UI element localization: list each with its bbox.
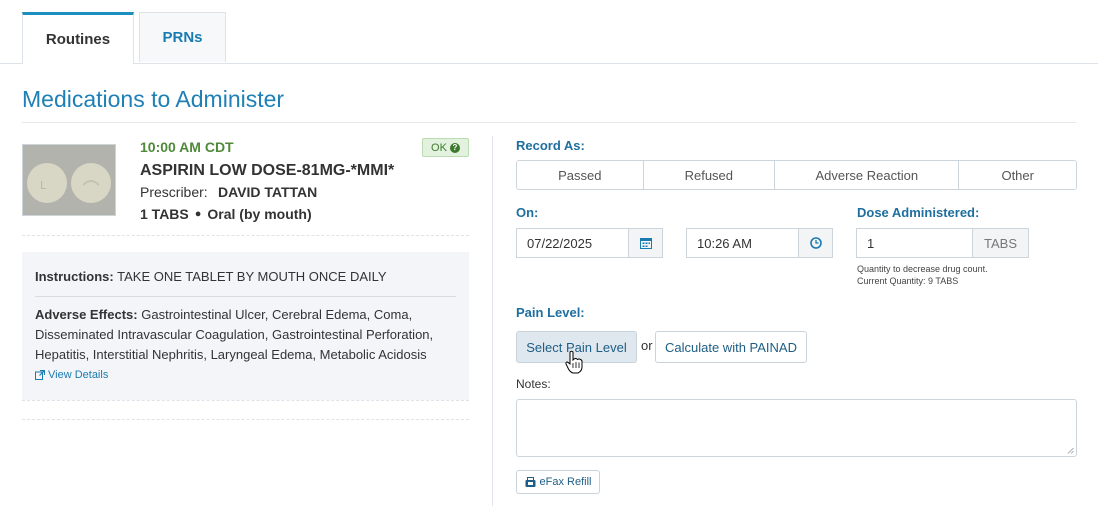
notes-textarea[interactable] xyxy=(516,399,1077,457)
view-details-link[interactable]: View Details xyxy=(35,369,108,381)
date-input[interactable]: 07/22/2025 xyxy=(516,228,629,258)
dose-amount: 1 TABS xyxy=(140,206,189,222)
efax-refill-button[interactable]: eFax Refill xyxy=(516,470,600,494)
svg-text:L: L xyxy=(40,179,47,192)
divider xyxy=(22,419,469,420)
fax-icon xyxy=(525,476,536,487)
adverse-effects: Adverse Effects: Gastrointestinal Ulcer,… xyxy=(35,305,460,365)
calculate-painad-button[interactable]: Calculate with PAINAD xyxy=(655,331,807,363)
dose-route-line: 1 TABS ● Oral (by mouth) xyxy=(140,206,312,222)
status-badge: OK ? xyxy=(422,138,469,157)
current-quantity: Current Quantity: 9 TABS xyxy=(857,276,959,286)
tab-prns-label: PRNs xyxy=(162,29,203,46)
record-as-label: Record As: xyxy=(516,138,585,153)
dose-input[interactable]: 1 xyxy=(856,228,973,258)
tab-prns[interactable]: PRNs xyxy=(139,12,226,62)
status-badge-label: OK xyxy=(431,141,447,154)
adverse-effects-label: Adverse Effects: xyxy=(35,307,138,322)
on-label: On: xyxy=(516,205,539,220)
or-text: or xyxy=(641,338,653,353)
time-input[interactable]: 10:26 AM xyxy=(686,228,799,258)
divider xyxy=(35,296,456,297)
instructions-text: TAKE ONE TABLET BY MOUTH ONCE DAILY xyxy=(117,269,387,284)
resize-handle-icon[interactable] xyxy=(1067,447,1074,454)
quantity-hint: Quantity to decrease drug count. Current… xyxy=(857,263,988,287)
instructions-label: Instructions: xyxy=(35,269,114,284)
tab-routines[interactable]: Routines xyxy=(22,12,134,64)
clock-button[interactable] xyxy=(798,228,833,258)
option-other[interactable]: Other xyxy=(959,161,1076,189)
view-details-label: View Details xyxy=(48,369,109,381)
drug-name: ASPIRIN LOW DOSE-81MG-*MMI* xyxy=(140,162,395,179)
option-refused[interactable]: Refused xyxy=(643,161,776,189)
page-title: Medications to Administer xyxy=(22,86,285,112)
bullet-separator: ● xyxy=(194,208,202,220)
option-passed[interactable]: Passed xyxy=(517,161,644,189)
dose-unit: TABS xyxy=(972,228,1029,258)
question-circle-icon[interactable]: ? xyxy=(449,142,460,153)
quantity-hint-line1: Quantity to decrease drug count. xyxy=(857,264,988,274)
notes-label: Notes: xyxy=(516,377,551,391)
route: Oral (by mouth) xyxy=(207,206,312,222)
column-divider xyxy=(492,136,493,506)
clock-icon xyxy=(809,237,822,249)
calendar-button[interactable] xyxy=(628,228,663,258)
divider xyxy=(22,400,469,401)
calendar-icon xyxy=(639,238,652,249)
medication-image: L xyxy=(22,144,116,216)
title-divider xyxy=(22,122,1076,123)
tab-routines-label: Routines xyxy=(45,31,111,48)
prescriber-name: DAVID TATTAN xyxy=(218,184,318,200)
scheduled-time: 10:00 AM CDT xyxy=(140,139,234,155)
prescriber-label: Prescriber: xyxy=(140,184,208,200)
efax-refill-label: eFax Refill xyxy=(539,476,592,488)
divider xyxy=(22,235,469,236)
hand-cursor-icon xyxy=(565,350,583,374)
external-link-icon xyxy=(35,370,45,380)
record-as-options: Passed Refused Adverse Reaction Other xyxy=(516,160,1077,190)
dose-administered-label: Dose Administered: xyxy=(857,205,980,220)
pain-level-label: Pain Level: xyxy=(516,305,585,320)
option-adverse-reaction[interactable]: Adverse Reaction xyxy=(775,161,960,189)
instructions: Instructions: TAKE ONE TABLET BY MOUTH O… xyxy=(35,269,387,284)
